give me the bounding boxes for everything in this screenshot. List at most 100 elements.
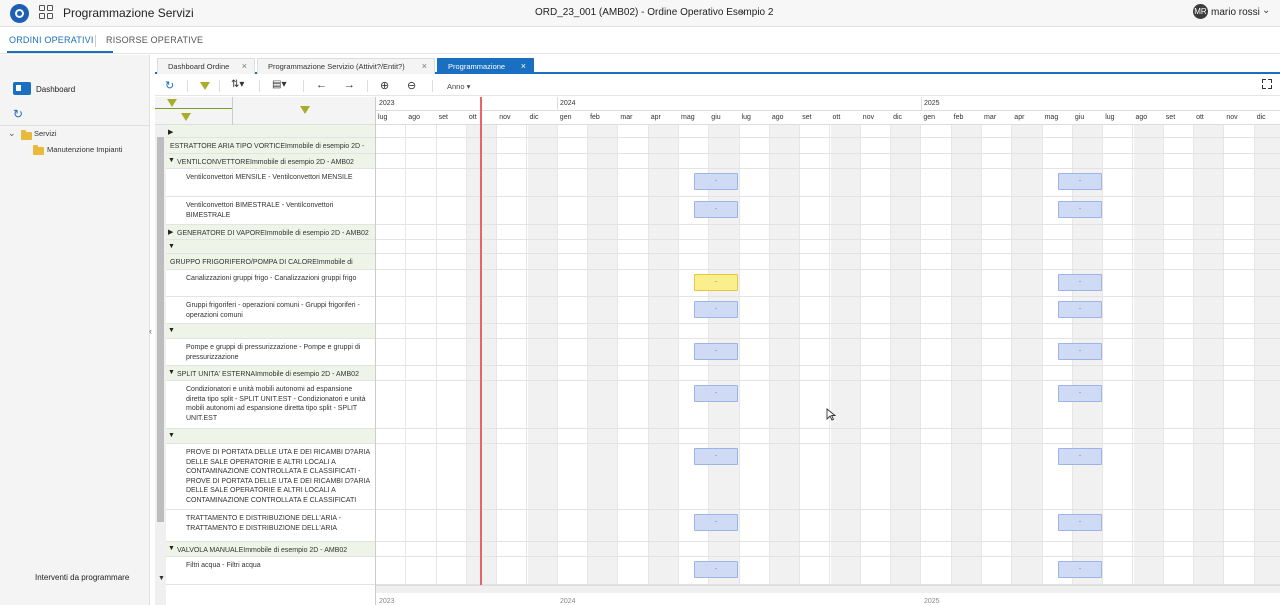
refresh-icon[interactable]: ↻ — [165, 79, 174, 92]
task-row[interactable]: Canalizzazioni gruppi frigo - Canalizzaz… — [166, 270, 375, 297]
gantt-bar[interactable]: - — [1058, 201, 1102, 218]
filter-icon[interactable] — [181, 113, 191, 121]
group-row[interactable]: ▼ — [166, 429, 375, 444]
collapse-arrow-icon[interactable]: ▼ — [168, 243, 175, 250]
tab-dashboard-ordine[interactable]: Dashboard Ordine × — [157, 58, 255, 74]
gantt-bar[interactable]: - — [1058, 514, 1102, 531]
avatar[interactable]: MR — [1193, 4, 1208, 19]
month-label: dic — [1256, 114, 1266, 121]
group-row[interactable]: ▼ SPLIT UNITA' ESTERNAImmobile di esempio… — [166, 366, 375, 381]
tree-item-manutenzione-impianti[interactable]: Manutenzione Impianti — [47, 145, 122, 154]
user-name[interactable]: mario rossi — [1211, 7, 1260, 18]
expand-arrow-icon[interactable]: ▶ — [168, 128, 173, 136]
row-scrollbar[interactable]: ▼ — [155, 125, 166, 605]
month-column — [1012, 125, 1043, 585]
task-row[interactable]: Gruppi frigoriferi - operazioni comuni -… — [166, 297, 375, 324]
group-row[interactable]: ▼ — [166, 324, 375, 339]
dashboard-icon[interactable] — [13, 82, 31, 95]
scrollbar-thumb[interactable] — [157, 137, 164, 522]
group-row[interactable]: ▼ VALVOLA MANUALEImmobile di esempio 2D -… — [166, 542, 375, 557]
task-row[interactable]: Ventilconvettori MENSILE - Ventilconvett… — [166, 169, 375, 197]
row-label: PROVE DI PORTATA DELLE UTA E DEI RICAMBI… — [186, 449, 370, 504]
gantt-bar[interactable]: - — [694, 385, 738, 402]
month-column — [558, 125, 589, 585]
row-separator — [376, 365, 1280, 366]
filter-icon[interactable] — [200, 82, 210, 90]
task-row[interactable]: PROVE DI PORTATA DELLE UTA E DEI RICAMBI… — [166, 444, 375, 510]
zoom-out-icon[interactable]: ⊖ — [407, 79, 416, 92]
toolbar-separator — [187, 80, 188, 92]
row-separator — [376, 541, 1280, 542]
group-row[interactable]: GRUPPO FRIGORIFERO/POMPA DI CALOREImmobi… — [166, 254, 375, 270]
gantt-bar[interactable]: - — [1058, 301, 1102, 318]
arrow-left-icon[interactable]: ← — [316, 79, 327, 91]
task-row[interactable]: Ventilconvettori BIMESTRALE - Ventilconv… — [166, 197, 375, 225]
gantt-bar[interactable]: - — [694, 343, 738, 360]
task-row[interactable]: Filtri acqua - Filtri acqua — [166, 557, 375, 585]
month-column — [951, 125, 982, 585]
interventi-da-programmare-link[interactable]: Interventi da programmare — [35, 573, 129, 582]
tab-risorse-operative[interactable]: RISORSE OPERATIVE — [106, 35, 203, 45]
sidebar-item-dashboard[interactable]: Dashboard — [36, 85, 75, 94]
app-logo-icon[interactable] — [10, 4, 29, 23]
task-row[interactable]: Condizionatori e unità mobili autonomi a… — [166, 381, 375, 429]
gantt-bar[interactable]: - — [1058, 561, 1102, 578]
sort-menu-icon[interactable]: ⇅▾ — [231, 79, 244, 90]
gantt-bar[interactable]: - — [694, 448, 738, 465]
group-row[interactable]: ▶ — [166, 125, 375, 138]
gantt-bar[interactable]: - — [694, 173, 738, 190]
row-label: Ventilconvettori MENSILE - Ventilconvett… — [186, 174, 353, 181]
gantt-bar[interactable]: - — [694, 301, 738, 318]
gantt-bar[interactable]: - — [694, 201, 738, 218]
toolbar-separator — [219, 80, 220, 92]
collapse-arrow-icon[interactable]: ▼ — [168, 432, 175, 439]
group-row[interactable]: ▼ VENTILCONVETTOREImmobile di esempio 2D … — [166, 154, 375, 169]
horizontal-scrollbar[interactable] — [376, 585, 1280, 593]
gantt-bar[interactable]: - — [694, 561, 738, 578]
layout-menu-icon[interactable]: ▤▾ — [272, 79, 286, 90]
row-label: Condizionatori e unità mobili autonomi a… — [186, 386, 366, 422]
task-row[interactable]: Pompe e gruppi di pressurizzazione - Pom… — [166, 339, 375, 366]
group-row[interactable]: ESTRATTORE ARIA TIPO VORTICEImmobile di … — [166, 138, 375, 154]
top-bar: Programmazione Servizi ORD_23_001 (AMB02… — [0, 0, 1280, 27]
gantt-bar[interactable]: - — [1058, 343, 1102, 360]
collapse-sidebar-icon[interactable]: ‹ — [149, 326, 152, 336]
apps-grid-icon[interactable] — [39, 5, 54, 20]
scale-select[interactable]: Anno ▾ — [447, 82, 470, 91]
scroll-down-icon[interactable]: ▼ — [158, 575, 165, 582]
collapse-arrow-icon[interactable]: ▼ — [168, 157, 175, 164]
tab-programmazione-servizio[interactable]: Programmazione Servizio (Attivit?/Entit?… — [257, 58, 435, 74]
refresh-icon[interactable]: ↻ — [13, 107, 23, 121]
group-row[interactable]: ▼ — [166, 240, 375, 254]
group-row[interactable]: ▶ GENERATORE DI VAPOREImmobile di esempio… — [166, 225, 375, 240]
toolbar-separator — [432, 80, 433, 92]
task-row[interactable]: TRATTAMENTO E DISTRIBUZIONE DELL'ARIA - … — [166, 510, 375, 542]
close-icon[interactable]: × — [521, 59, 526, 74]
filter-icon[interactable] — [300, 106, 310, 114]
close-icon[interactable]: × — [242, 59, 247, 74]
gantt-bar[interactable]: - — [1058, 173, 1102, 190]
gantt-bar[interactable]: - — [694, 274, 738, 291]
gantt-bar[interactable]: - — [1058, 385, 1102, 402]
collapse-arrow-icon[interactable]: ▼ — [168, 327, 175, 334]
tab-programmazione[interactable]: Programmazione × — [437, 58, 534, 74]
fullscreen-icon[interactable] — [1262, 79, 1272, 89]
collapse-arrow-icon[interactable]: ▼ — [168, 369, 175, 376]
month-label: dic — [893, 114, 903, 121]
close-icon[interactable]: × — [422, 59, 427, 74]
zoom-in-icon[interactable]: ⊕ — [380, 79, 389, 92]
gantt-bar[interactable]: - — [1058, 274, 1102, 291]
gantt-bar[interactable]: - — [694, 514, 738, 531]
arrow-right-icon[interactable]: → — [344, 79, 355, 91]
chevron-down-icon[interactable]: ⌄ — [8, 128, 16, 139]
chevron-down-icon[interactable]: ⌄ — [1262, 5, 1270, 16]
tree-item-servizi[interactable]: Servizi — [34, 129, 57, 138]
gantt-bar[interactable]: - — [1058, 448, 1102, 465]
month-label: nov — [862, 114, 875, 121]
filter-icon[interactable] — [167, 99, 177, 107]
month-column — [466, 125, 498, 585]
chevron-down-icon[interactable]: ⌄ — [738, 4, 747, 17]
expand-arrow-icon[interactable]: ▶ — [168, 228, 173, 236]
collapse-arrow-icon[interactable]: ▼ — [168, 545, 175, 552]
tab-ordini-operativi[interactable]: ORDINI OPERATIVI — [9, 35, 94, 45]
